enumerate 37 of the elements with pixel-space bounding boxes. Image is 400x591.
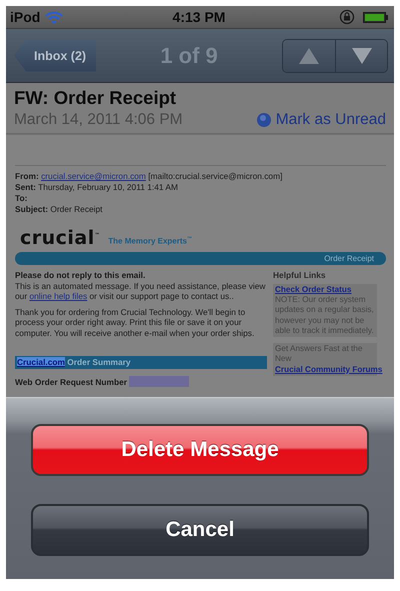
back-button[interactable]: Inbox (2): [14, 40, 96, 72]
unread-dot-icon: [256, 113, 271, 127]
thanks-paragraph: Thank you for ordering from Crucial Technology. We'll begin to process your order right away. Print this file or save it on your computer. You will receive another e-mail when your order ships.: [15, 306, 256, 338]
sender-email-link[interactable]: crucial.service@micron.com: [41, 171, 146, 181]
header-value: Order Receipt: [50, 204, 103, 214]
message-subject: FW: Order Receipt: [14, 87, 178, 109]
sidebar-link[interactable]: Crucial Community Forums: [275, 364, 382, 374]
wifi-icon: [45, 10, 64, 24]
rotation-lock-icon: [339, 9, 355, 25]
crucial-link[interactable]: Crucial.com: [17, 357, 65, 368]
notice-paragraph: This is an automated message. If you need assistance, please view our online help files or visit our support page to contact us..: [15, 280, 266, 302]
header-value: [mailto:crucial.service@micron.com]: [148, 171, 282, 181]
previous-message-button[interactable]: [283, 40, 335, 72]
notice-title: Please do not reply to this email.: [15, 270, 146, 281]
header-label: To:: [15, 193, 28, 204]
help-files-link[interactable]: online help files: [29, 291, 88, 302]
order-number-label: Web Order Request Number: [15, 376, 127, 388]
redaction-block: [129, 376, 189, 388]
header-label: Subject:: [15, 204, 48, 214]
battery-icon: [363, 12, 388, 22]
order-receipt-banner: Order Receipt: [15, 252, 386, 266]
header-value: Thursday, February 10, 2011 1:41 AM: [38, 182, 178, 192]
cancel-button[interactable]: Cancel: [31, 504, 369, 556]
brand-tagline: The Memory Experts$^{™}$: [108, 236, 192, 248]
sidebar-link[interactable]: Check Order Status: [275, 284, 352, 294]
header-label: Sent:: [15, 182, 36, 192]
mark-as-unread-link[interactable]: Mark as Unread: [276, 111, 386, 129]
down-arrow-icon: [352, 48, 372, 64]
order-summary-bar: Crucial.com Order Summary: [15, 356, 267, 370]
sidebar-title: Helpful Links: [273, 270, 327, 281]
up-arrow-icon: [299, 48, 319, 64]
header-label: From:: [15, 171, 39, 181]
next-message-button[interactable]: [335, 40, 387, 72]
brand-logo: crucial$^{™}$: [20, 229, 100, 248]
status-time: 4:13 PM: [172, 9, 226, 25]
delete-message-button[interactable]: Delete Message: [31, 424, 369, 476]
carrier-name: iPod: [10, 9, 40, 25]
